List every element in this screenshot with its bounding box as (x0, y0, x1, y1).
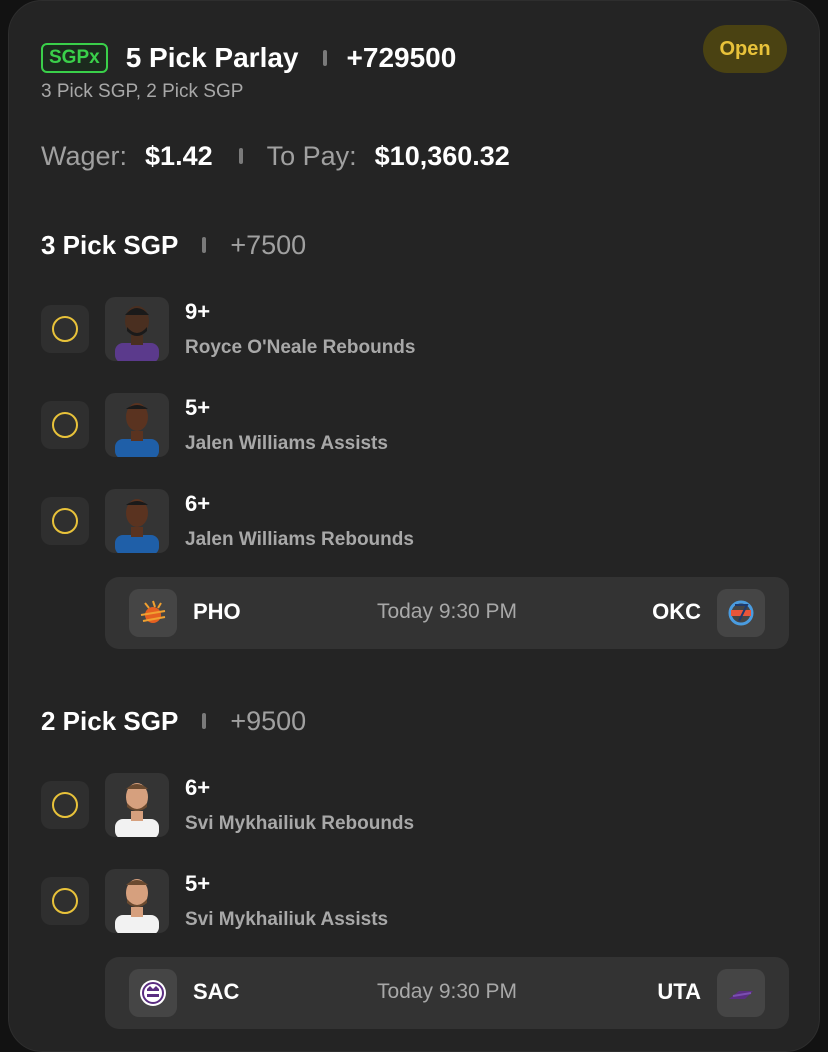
away-team-abbr: OKC (652, 599, 701, 624)
pick-row[interactable]: 9+ Royce O'Neale Rebounds (41, 297, 781, 361)
game-matchup[interactable]: SAC Today 9:30 PM UTA (105, 957, 789, 1029)
pick-row[interactable]: 6+ Svi Mykhailiuk Rebounds (41, 773, 781, 837)
away-team-abbr: UTA (657, 979, 701, 1004)
player-avatar (105, 489, 169, 553)
divider (322, 50, 327, 66)
pick-description: Svi Mykhailiuk Assists (185, 909, 389, 930)
player-avatar (105, 297, 169, 361)
parlay-card[interactable]: SGPx 5 Pick Parlay +729500 Open 3 Pick S… (8, 0, 820, 1052)
to-pay-label: To Pay: (266, 140, 357, 171)
wager-value: $1.42 (145, 140, 213, 171)
player-avatar (105, 773, 169, 837)
parlay-title: 5 Pick Parlay (125, 42, 299, 73)
pick-status-button[interactable] (41, 401, 89, 449)
section-odds: +9500 (230, 705, 307, 736)
section-header: 2 Pick SGP +9500 (41, 704, 306, 738)
pick-line: 5+ (185, 395, 211, 420)
section-header: 3 Pick SGP +7500 (41, 228, 306, 262)
pending-circle-icon (52, 888, 78, 914)
wager-row: Wager: $1.42 To Pay: $10,360.32 (41, 139, 510, 173)
pending-circle-icon (52, 412, 78, 438)
section-odds: +7500 (230, 229, 307, 260)
pick-description: Jalen Williams Rebounds (185, 529, 414, 550)
status-badge: Open (703, 25, 787, 73)
parlay-header: SGPx 5 Pick Parlay +729500 (41, 41, 456, 75)
pick-row[interactable]: 5+ Jalen Williams Assists (41, 393, 781, 457)
section-title: 2 Pick SGP (41, 705, 179, 736)
pick-description: Svi Mykhailiuk Rebounds (185, 813, 415, 834)
pending-circle-icon (52, 316, 78, 342)
pick-row[interactable]: 6+ Jalen Williams Rebounds (41, 489, 781, 553)
pick-row[interactable]: 5+ Svi Mykhailiuk Assists (41, 869, 781, 933)
to-pay-value: $10,360.32 (374, 140, 510, 171)
pick-status-button[interactable] (41, 781, 89, 829)
pick-line: 9+ (185, 299, 211, 324)
pending-circle-icon (52, 792, 78, 818)
divider (202, 237, 207, 253)
divider (238, 148, 243, 164)
game-matchup[interactable]: PHO Today 9:30 PM OKC (105, 577, 789, 649)
pick-description: Jalen Williams Assists (185, 433, 388, 454)
pick-status-button[interactable] (41, 877, 89, 925)
thunder-logo-icon (717, 589, 765, 637)
pick-line: 6+ (185, 775, 211, 800)
parlay-odds: +729500 (346, 42, 457, 73)
divider (202, 713, 207, 729)
parlay-subtitle: 3 Pick SGP, 2 Pick SGP (41, 81, 244, 102)
wager-label: Wager: (41, 140, 128, 171)
player-avatar (105, 869, 169, 933)
player-avatar (105, 393, 169, 457)
pending-circle-icon (52, 508, 78, 534)
pick-status-button[interactable] (41, 497, 89, 545)
jazz-logo-icon (717, 969, 765, 1017)
section-title: 3 Pick SGP (41, 229, 179, 260)
pick-line: 6+ (185, 491, 211, 516)
pick-status-button[interactable] (41, 305, 89, 353)
pick-description: Royce O'Neale Rebounds (185, 337, 416, 358)
pick-line: 5+ (185, 871, 211, 896)
sgpx-badge: SGPx (41, 43, 108, 73)
